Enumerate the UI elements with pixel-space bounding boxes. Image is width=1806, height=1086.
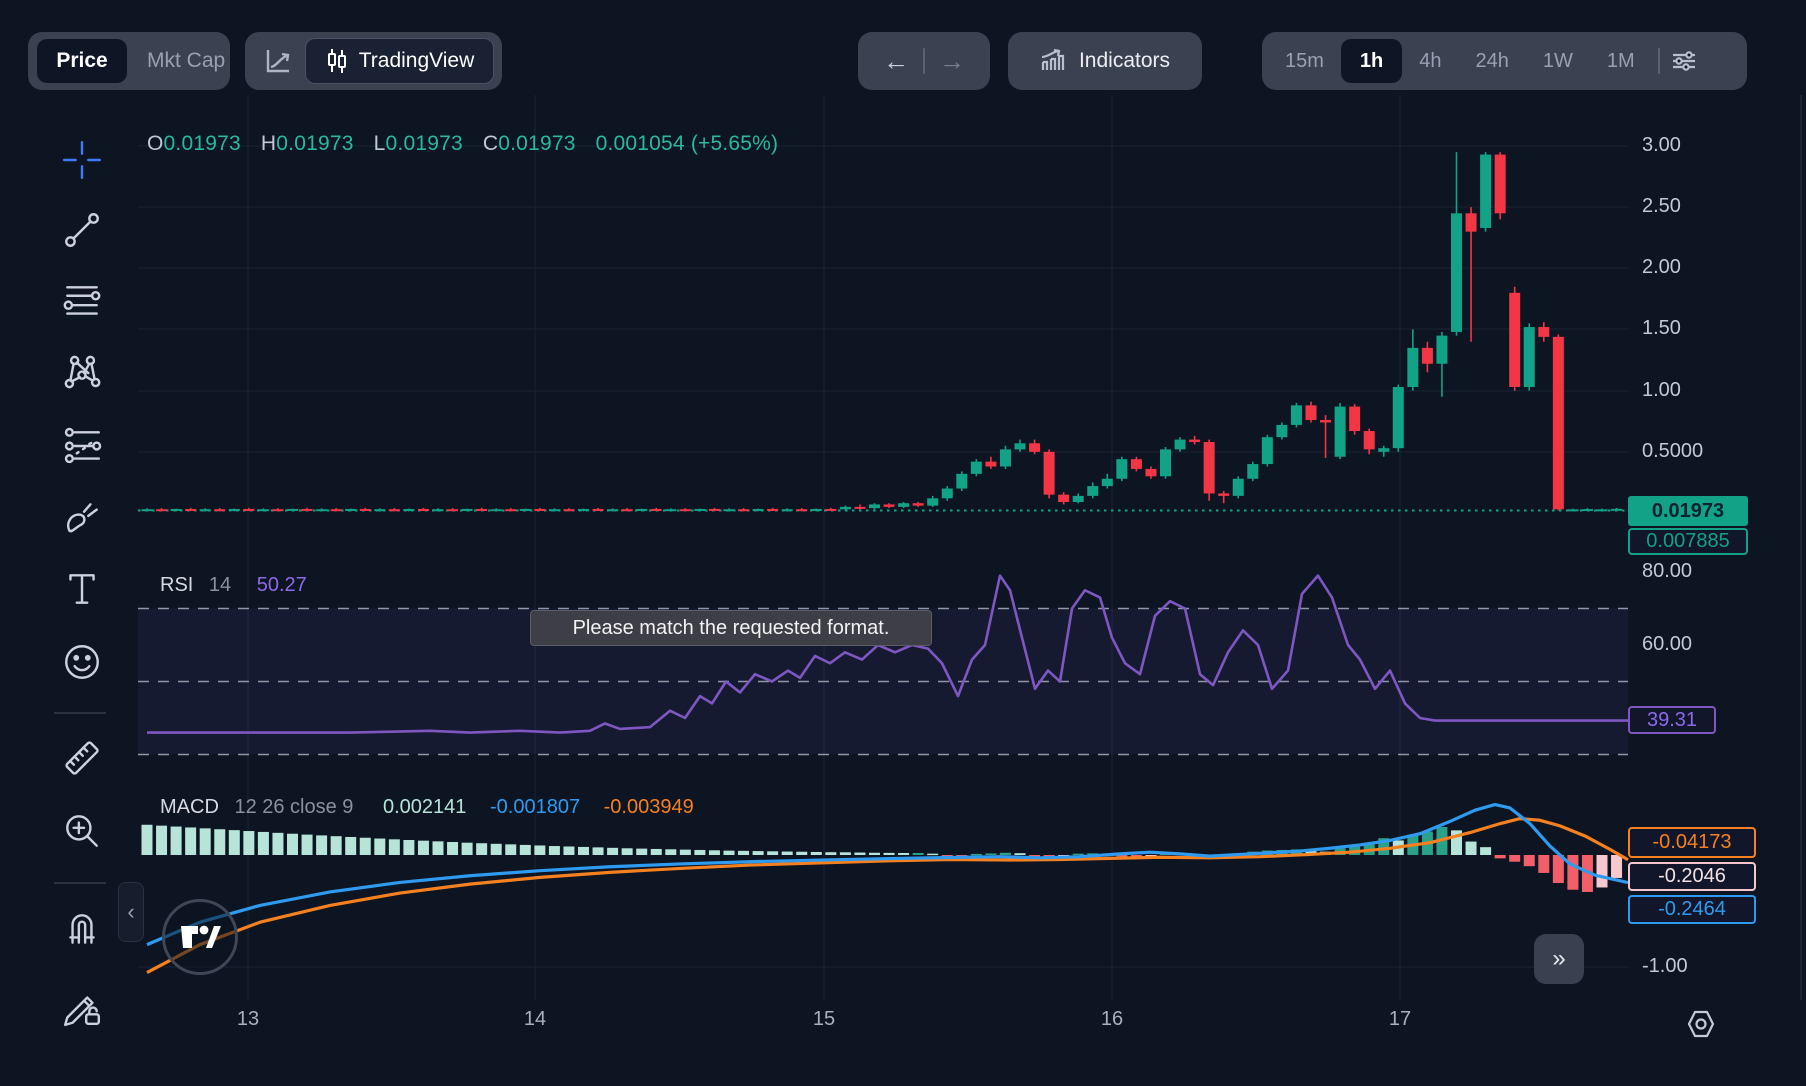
timeframe-list: 15m1h4h24h1W1M (1268, 39, 1652, 83)
x-tick: 14 (524, 1008, 546, 1031)
magnet-icon (61, 908, 103, 950)
timeframe-1W[interactable]: 1W (1526, 39, 1590, 83)
rsi-tick: 60.00 (1642, 633, 1692, 656)
forecast-icon (61, 425, 103, 467)
toolbar-divider (54, 882, 106, 884)
indicators-label: Indicators (1079, 49, 1170, 73)
crosshair-tool-button[interactable] (60, 138, 104, 182)
xabcd-pattern-tool-button[interactable] (60, 350, 104, 394)
forecast-tool-button[interactable] (60, 424, 104, 468)
expand-panel-button[interactable]: » (1534, 934, 1584, 984)
price-tick: 3.00 (1642, 134, 1681, 157)
price-tick: 0.5000 (1642, 440, 1703, 463)
price-tick: 1.00 (1642, 379, 1681, 402)
tradingview-logo[interactable] (162, 899, 238, 975)
rsi-header: RSI 14 50.27 (160, 574, 307, 597)
back-arrow-button[interactable]: ← (883, 46, 909, 77)
x-tick: 13 (237, 1008, 259, 1031)
macd-hist-badge: -0.2046 (1628, 862, 1756, 891)
chart-source-toggle: TradingView (245, 32, 502, 90)
forward-arrow-button[interactable]: → (939, 46, 965, 77)
history-nav: ← → (858, 32, 990, 90)
price-tick: 2.00 (1642, 256, 1681, 279)
crosshair-icon (61, 139, 103, 181)
price-tick: 1.50 (1642, 317, 1681, 340)
trend-line-tool-button[interactable] (60, 208, 104, 252)
format-tooltip: Please match the requested format. (530, 610, 932, 646)
rsi-value-badge: 39.31 (1628, 706, 1716, 734)
fib-lines-icon (61, 280, 103, 322)
ohlc-header: O0.01973 H0.01973 L0.01973 C0.01973 0.00… (147, 132, 778, 156)
price-mktcap-toggle: Price Mkt Cap (28, 32, 230, 90)
price-tab-label: Price (56, 49, 107, 73)
emoji-tool-button[interactable] (60, 640, 104, 684)
macd-header: MACD 12 26 close 9 0.002141 -0.001807 -0… (160, 796, 694, 819)
collapse-sidebar-button[interactable]: ‹ (118, 882, 144, 942)
interval-settings-icon[interactable] (1670, 47, 1698, 75)
brush-tool-button[interactable] (60, 496, 104, 540)
ruler-tool-button[interactable] (60, 736, 104, 780)
brush-icon (61, 497, 103, 539)
price-tick: 2.50 (1642, 195, 1681, 218)
trading-chart-app: Price Mkt Cap TradingView ← → Indicators… (0, 0, 1806, 1086)
nav-divider (923, 48, 925, 74)
collapse-left-glyph: ‹ (127, 899, 134, 925)
indicators-icon (1040, 48, 1068, 74)
magnet-tool-button[interactable] (60, 907, 104, 951)
macd-signal-badge: -0.04173 (1628, 827, 1756, 858)
trend-line-icon (61, 209, 103, 251)
zoom-in-tool-button[interactable] (60, 809, 104, 853)
toolbar-divider (54, 712, 106, 714)
emoji-icon (61, 641, 103, 683)
current-price-badge: 0.01973 (1628, 496, 1748, 526)
tradingview-tab[interactable]: TradingView (305, 38, 494, 84)
collapse-right-glyph: » (1552, 945, 1565, 973)
text-icon (61, 568, 103, 610)
x-tick: 17 (1389, 1008, 1411, 1031)
ruler-icon (61, 737, 103, 779)
macd-tick: -1.00 (1642, 955, 1688, 978)
chart-canvas[interactable] (0, 0, 1806, 1086)
timeframe-24h[interactable]: 24h (1459, 39, 1526, 83)
indicators-button[interactable]: Indicators (1008, 32, 1202, 90)
line-chart-icon[interactable] (263, 46, 293, 76)
drawing-lock-tool-button[interactable] (60, 985, 104, 1029)
xabcd-pattern-icon (61, 351, 103, 393)
axis-settings-gear-icon[interactable] (1683, 1006, 1719, 1042)
macd-line-badge: -0.2464 (1628, 895, 1756, 924)
price-tab[interactable]: Price (37, 39, 127, 83)
candles-icon (325, 48, 349, 74)
mktcap-tab-label: Mkt Cap (147, 49, 225, 72)
text-tool-button[interactable] (60, 567, 104, 611)
timeframe-1h[interactable]: 1h (1341, 39, 1402, 83)
zoom-in-icon (61, 810, 103, 852)
mktcap-tab[interactable]: Mkt Cap (147, 49, 225, 73)
fib-lines-tool-button[interactable] (60, 279, 104, 323)
x-tick: 16 (1101, 1008, 1123, 1031)
timeframe-selector: 15m1h4h24h1W1M (1262, 32, 1747, 90)
timeframe-1M[interactable]: 1M (1590, 39, 1652, 83)
tradingview-logo-icon (179, 919, 221, 955)
timeframe-divider (1658, 48, 1660, 74)
x-tick: 15 (813, 1008, 835, 1031)
drawing-lock-icon (61, 986, 103, 1028)
secondary-price-badge: 0.007885 (1628, 528, 1748, 555)
timeframe-4h[interactable]: 4h (1402, 39, 1458, 83)
rsi-tick: 80.00 (1642, 560, 1692, 583)
tradingview-tab-label: TradingView (359, 49, 475, 73)
timeframe-15m[interactable]: 15m (1268, 39, 1341, 83)
